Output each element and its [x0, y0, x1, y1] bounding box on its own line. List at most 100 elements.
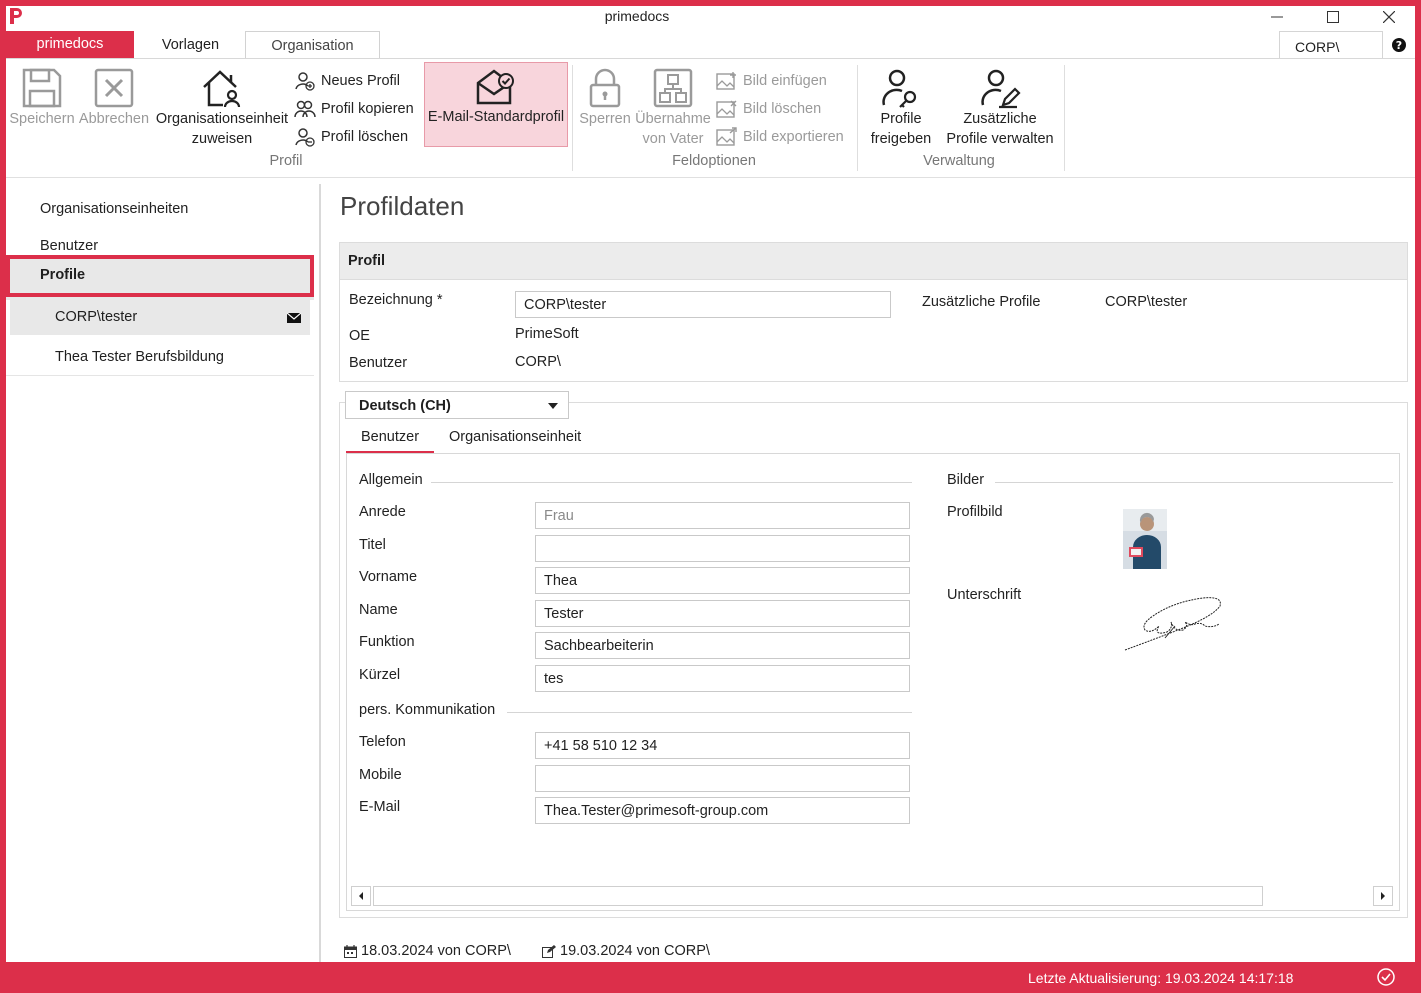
scroll-right-button[interactable] [1373, 886, 1393, 906]
envelope-icon [287, 313, 301, 323]
image-add-icon [716, 72, 736, 90]
tab-primedocs[interactable]: primedocs [6, 31, 134, 58]
anrede-input[interactable]: Frau [535, 502, 910, 529]
ribbon-separator [572, 65, 573, 171]
copy-profile-button[interactable]: Profil kopieren [294, 96, 414, 122]
export-image-button[interactable]: Bild exportieren [716, 124, 844, 150]
scroll-left-button[interactable] [351, 886, 371, 906]
share-profiles-label-1: Profile [880, 111, 922, 127]
share-profiles-label-2: freigeben [870, 131, 932, 147]
main-content: Profildaten Profil Bezeichnung * CORP\te… [339, 178, 1415, 962]
group-label-feldoptionen: Feldoptionen [672, 153, 756, 169]
chevron-down-icon [548, 403, 558, 409]
subtab-organisationseinheit[interactable]: Organisationseinheit [449, 429, 581, 445]
lock-label: Sperren [579, 111, 631, 127]
delete-profile-button[interactable]: Profil löschen [294, 124, 408, 150]
email-default-profile-button[interactable]: E-Mail-Standardprofil [424, 62, 568, 147]
profile-photo[interactable] [1123, 509, 1167, 569]
anrede-label: Anrede [359, 504, 406, 520]
section-divider [995, 482, 1393, 483]
user-fields-panel: Allgemein Anrede Frau Titel Vorname Thea… [346, 453, 1400, 911]
section-divider [507, 712, 912, 713]
save-icon [22, 68, 62, 108]
mobile-input[interactable] [535, 765, 910, 792]
telefon-label: Telefon [359, 734, 406, 750]
ribbon: Speichern Abbrechen Organisationseinheit… [6, 58, 1415, 178]
titel-input[interactable] [535, 535, 910, 562]
delete-image-label: Bild löschen [743, 101, 822, 117]
inherit-label-1: Übernahme [635, 111, 711, 127]
kuerzel-input[interactable]: tes [535, 665, 910, 692]
image-export-icon [716, 127, 737, 146]
language-panel: Deutsch (CH) Benutzer Organisationseinhe… [339, 391, 1408, 918]
maximize-icon [1327, 11, 1339, 23]
sidebar-item-profile[interactable]: Profile [6, 255, 314, 297]
tab-organisation[interactable]: Organisation [245, 31, 380, 61]
user-box[interactable]: CORP\ [1279, 31, 1383, 59]
window-title: primedocs [604, 8, 670, 24]
copy-profile-label: Profil kopieren [321, 101, 414, 117]
app-window: primedocs primedocs Vorlagen Organisatio… [6, 6, 1415, 962]
image-delete-icon [716, 100, 737, 118]
close-button[interactable] [1361, 6, 1417, 28]
save-button[interactable]: Speichern [8, 67, 76, 129]
email-input[interactable]: Thea.Tester@primesoft-group.com [535, 797, 910, 824]
delete-image-button[interactable]: Bild löschen [716, 96, 821, 122]
insert-image-button[interactable]: Bild einfügen [716, 68, 827, 94]
hierarchy-icon [653, 68, 693, 108]
zusaetzliche-profile-label: Zusätzliche Profile [922, 294, 1041, 310]
maximize-button[interactable] [1305, 6, 1361, 28]
svg-text:?: ? [1396, 39, 1402, 52]
sidebar-item-profile-label: Profile [40, 267, 86, 283]
vorname-input[interactable]: Thea [535, 567, 910, 594]
help-icon[interactable]: ? [1388, 34, 1410, 56]
status-text: Letzte Aktualisierung: 19.03.2024 14:17:… [1028, 970, 1294, 986]
check-circle-icon [1377, 968, 1395, 986]
calendar-icon [344, 944, 357, 958]
inherit-label-2: von Vater [642, 131, 704, 147]
manage-profiles-button[interactable]: Zusätzliche Profile verwalten [941, 67, 1059, 149]
telefon-input[interactable]: +41 58 510 12 34 [535, 732, 910, 759]
group-label-verwaltung: Verwaltung [923, 153, 995, 169]
ribbon-tabs: primedocs Vorlagen Organisation CORP\ ? [6, 30, 1415, 61]
profile-list-item-label: CORP\tester [55, 309, 138, 325]
language-select[interactable]: Deutsch (CH) [345, 391, 569, 419]
caret-right-icon [1381, 892, 1385, 900]
email-label: E-Mail [359, 799, 401, 815]
assign-oe-button[interactable]: Organisationseinheit zuweisen [152, 67, 292, 149]
inherit-button[interactable]: Übernahme von Vater [634, 67, 712, 149]
cancel-button[interactable]: Abbrechen [78, 67, 150, 129]
signature-image[interactable] [1123, 592, 1227, 654]
horizontal-scrollbar[interactable] [351, 886, 1395, 906]
titel-label: Titel [359, 537, 386, 553]
name-label: Name [359, 602, 398, 618]
email-default-profile-label: E-Mail-Standardprofil [427, 109, 565, 125]
oe-label: OE [349, 328, 370, 344]
new-profile-button[interactable]: Neues Profil [294, 68, 400, 94]
save-label: Speichern [9, 111, 75, 127]
bezeichnung-input[interactable]: CORP\tester [515, 291, 891, 318]
scroll-track[interactable] [373, 886, 1263, 906]
caret-left-icon [359, 892, 363, 900]
subtab-benutzer[interactable]: Benutzer [361, 429, 419, 445]
sidebar-item-organisationseinheiten[interactable]: Organisationseinheiten [40, 201, 188, 217]
insert-image-label: Bild einfügen [743, 73, 827, 89]
lock-button[interactable]: Sperren [577, 67, 633, 129]
user-key-icon [882, 69, 917, 108]
title-bar: primedocs [6, 6, 1415, 30]
ribbon-separator [1064, 65, 1065, 171]
sidebar-splitter[interactable] [319, 184, 321, 962]
share-profiles-button[interactable]: Profile freigeben [866, 67, 936, 149]
minimize-button[interactable] [1249, 6, 1305, 28]
tab-vorlagen[interactable]: Vorlagen [148, 31, 233, 59]
section-divider [431, 482, 912, 483]
modified-text: 19.03.2024 von CORP\ [560, 943, 710, 959]
funktion-input[interactable]: Sachbearbeiterin [535, 632, 910, 659]
mobile-label: Mobile [359, 767, 402, 783]
profile-list-item-selected[interactable]: CORP\tester [10, 300, 310, 335]
sidebar-item-benutzer[interactable]: Benutzer [40, 238, 98, 254]
export-image-label: Bild exportieren [743, 129, 844, 145]
oe-value: PrimeSoft [515, 326, 579, 342]
name-input[interactable]: Tester [535, 600, 910, 627]
profile-list-item[interactable]: Thea Tester Berufsbildung [6, 340, 314, 376]
